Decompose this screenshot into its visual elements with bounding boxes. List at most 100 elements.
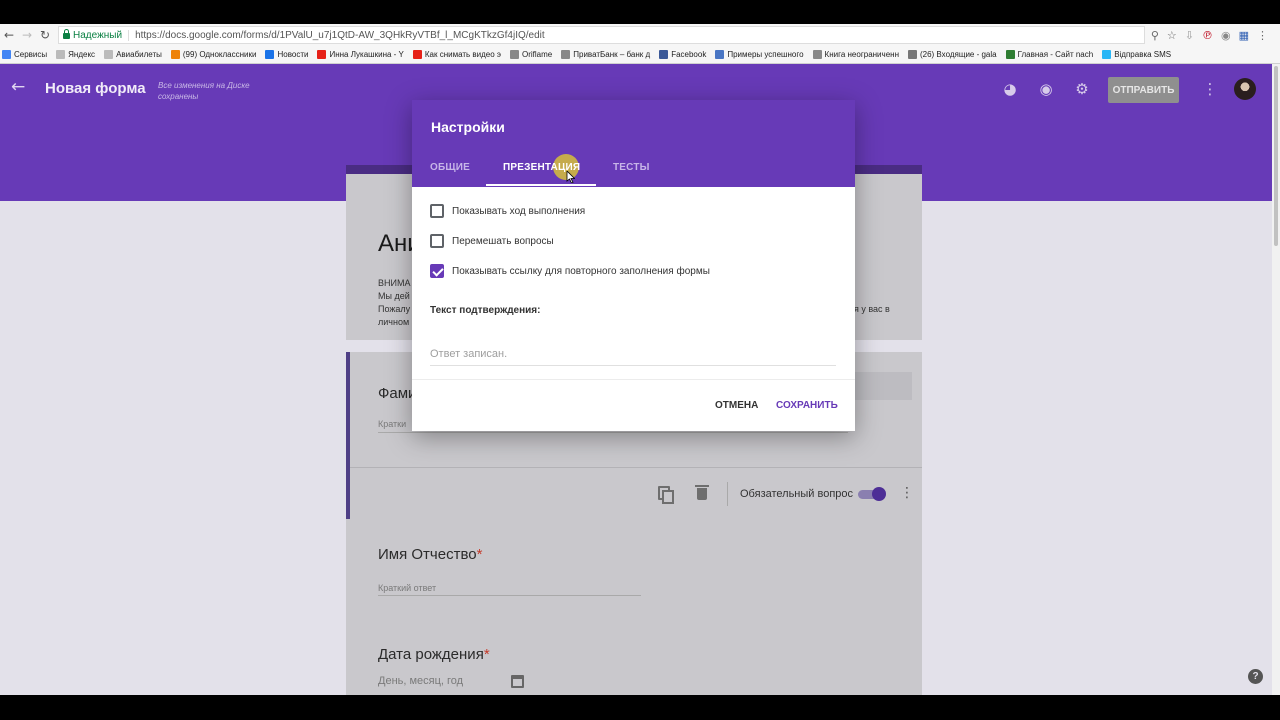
bookmark-item[interactable]: (26) Входящие - gala xyxy=(907,50,997,59)
form-description[interactable]: ВНИМА Мы дей Пожалу личном xyxy=(378,277,410,329)
secure-indicator[interactable]: Надежный xyxy=(63,29,130,41)
required-mark: * xyxy=(476,546,483,563)
bookmarks-bar: Сервисы Яндекс Авиабилеты (99) Одноклассник… xyxy=(0,46,1280,64)
bookmark-favicon-icon xyxy=(715,50,725,59)
notice-tail: я у вас в xyxy=(854,304,890,314)
url-text[interactable]: https://docs.google.com/forms/d/1PValU_u… xyxy=(135,30,545,41)
palette-icon[interactable]: ◕ xyxy=(1001,80,1019,98)
bookmark-item[interactable]: ПриватБанк – банк д xyxy=(561,50,650,59)
answer-underline xyxy=(378,432,848,433)
form-name[interactable]: Новая форма xyxy=(45,80,146,97)
tab-quizzes[interactable]: ТЕСТЫ xyxy=(613,162,650,173)
settings-gear-icon[interactable]: ⚙ xyxy=(1073,80,1091,98)
bookmark-item[interactable]: Книга неограниченн xyxy=(812,50,899,59)
bookmark-label: Как снимать видео э xyxy=(424,50,502,59)
bookmark-favicon-icon xyxy=(2,50,11,59)
date-hint: День, месяц, год xyxy=(378,675,464,687)
bookmark-item[interactable]: Відправка SMS xyxy=(1102,50,1171,59)
bookmark-favicon-icon xyxy=(170,50,180,59)
extension-3-icon[interactable]: ▦ xyxy=(1239,29,1249,42)
required-toggle[interactable] xyxy=(858,487,886,501)
notice-line: Мы дей xyxy=(378,291,410,301)
bookmark-star-icon[interactable]: ☆ xyxy=(1167,29,1177,42)
question-title-birthdate[interactable]: Дата рождения* xyxy=(378,646,490,663)
scrollbar-thumb[interactable] xyxy=(1274,66,1278,246)
secure-label: Надежный xyxy=(73,29,123,41)
bookmark-favicon-icon xyxy=(812,50,822,59)
bookmark-favicon-icon xyxy=(56,50,66,59)
checkbox[interactable] xyxy=(430,204,444,218)
help-icon[interactable]: ? xyxy=(1248,669,1263,684)
reload-icon[interactable]: ↻ xyxy=(36,28,54,42)
extension-2-icon[interactable]: ◉ xyxy=(1221,29,1231,42)
required-mark: * xyxy=(483,646,490,663)
bookmark-item[interactable]: Как снимать видео э xyxy=(412,50,502,59)
footer-separator xyxy=(727,482,728,506)
bookmark-label: Сервисы xyxy=(14,50,48,59)
confirmation-label: Текст подтверждения: xyxy=(430,305,541,316)
dialog-divider xyxy=(412,379,855,380)
bookmark-item[interactable]: (99) Одноклассники xyxy=(170,50,256,59)
question-title[interactable]: Фами xyxy=(378,385,416,402)
extension-icon[interactable]: ⇩ xyxy=(1185,29,1194,42)
confirmation-message-field[interactable]: Ответ записан. xyxy=(430,348,836,366)
avatar[interactable] xyxy=(1234,78,1256,100)
browser-toolbar-icons: ⚲ ☆ ⇩ ℗ ◉ ▦ ⋮ xyxy=(1151,29,1280,42)
bookmark-label: Главная - Сайт nach xyxy=(1017,50,1094,59)
bookmark-item[interactable]: Инна Лукашкина - Y xyxy=(317,50,404,59)
notice-line: личном xyxy=(378,317,410,327)
bookmark-item[interactable]: Примеры успешного xyxy=(715,50,804,59)
card-footer-divider xyxy=(350,467,922,468)
question-card-name[interactable]: Имя Отчество* Краткий ответ Дата рождени… xyxy=(346,519,922,695)
bookmark-favicon-icon xyxy=(265,50,275,59)
active-tab-indicator xyxy=(486,184,596,186)
question-title-text: Имя Отчество xyxy=(378,546,477,563)
bookmark-item[interactable]: Авиабилеты xyxy=(104,50,162,59)
bookmark-item[interactable]: Сервисы xyxy=(2,50,47,59)
option-label: Перемешать вопросы xyxy=(452,235,554,247)
question-title-text: Дата рождения xyxy=(378,646,484,663)
send-button[interactable]: ОТПРАВИТЬ xyxy=(1108,77,1179,103)
option-show-progress[interactable]: Показывать ход выполнения xyxy=(430,204,585,218)
short-answer-hint: Кратки xyxy=(378,419,407,429)
notice-line: Пожалу xyxy=(378,304,411,314)
bookmark-label: Книга неограниченн xyxy=(824,50,899,59)
bookmark-favicon-icon xyxy=(317,50,327,59)
bookmark-favicon-icon xyxy=(412,50,422,59)
url-field[interactable]: Надежный https://docs.google.com/forms/d… xyxy=(58,26,1145,44)
copy-icon[interactable] xyxy=(658,486,674,504)
back-arrow-icon[interactable]: ← xyxy=(11,77,25,97)
question-more-icon[interactable]: ⋮ xyxy=(900,485,914,501)
option-resubmit-link[interactable]: Показывать ссылку для повторного заполне… xyxy=(430,264,710,278)
bookmark-item[interactable]: Oriflame xyxy=(510,50,552,59)
checkbox[interactable] xyxy=(430,234,444,248)
calendar-icon[interactable] xyxy=(511,675,524,688)
preview-eye-icon[interactable]: ◉ xyxy=(1037,80,1055,98)
bookmark-favicon-icon xyxy=(659,50,669,59)
tab-general[interactable]: ОБЩИЕ xyxy=(430,162,470,173)
bookmark-item[interactable]: Новости xyxy=(265,50,308,59)
save-button[interactable]: СОХРАНИТЬ xyxy=(776,400,838,411)
bookmark-favicon-icon xyxy=(1005,50,1015,59)
bookmark-favicon-icon xyxy=(104,50,114,59)
chrome-menu-icon[interactable]: ⋮ xyxy=(1257,29,1268,42)
settings-dialog: Настройки ОБЩИЕ ПРЕЗЕНТАЦИЯ ТЕСТЫ Показы… xyxy=(412,100,855,431)
forward-nav-icon[interactable]: → xyxy=(18,28,36,42)
question-title[interactable]: Имя Отчество* xyxy=(378,546,482,563)
bookmark-item[interactable]: Главная - Сайт nach xyxy=(1005,50,1094,59)
answer-underline xyxy=(378,595,641,596)
zoom-icon[interactable]: ⚲ xyxy=(1151,29,1159,42)
more-vert-icon[interactable]: ⋮ xyxy=(1201,80,1219,98)
trash-icon[interactable] xyxy=(695,485,709,500)
pinterest-icon[interactable]: ℗ xyxy=(1202,29,1213,42)
cancel-button[interactable]: ОТМЕНА xyxy=(715,400,758,411)
option-shuffle-questions[interactable]: Перемешать вопросы xyxy=(430,234,554,248)
back-nav-icon[interactable]: ← xyxy=(0,28,18,42)
bookmark-label: Авиабилеты xyxy=(116,50,162,59)
bookmark-item[interactable]: Яндекс xyxy=(56,50,95,59)
bookmark-item[interactable]: Facebook xyxy=(659,50,706,59)
video-letterbox-bottom xyxy=(0,695,1280,720)
checkbox-checked[interactable] xyxy=(430,264,444,278)
cursor-icon xyxy=(566,171,575,183)
bookmark-label: Oriflame xyxy=(522,50,553,59)
